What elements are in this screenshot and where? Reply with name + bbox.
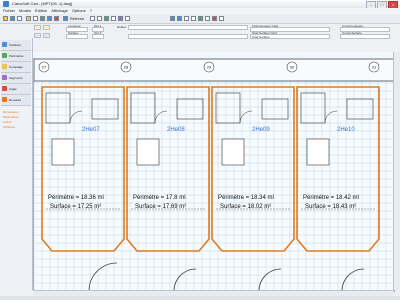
sidebar-item-surfaces[interactable]: Surfaces bbox=[1, 40, 31, 51]
grid-marker: 31 bbox=[368, 61, 380, 73]
paste-icon[interactable] bbox=[40, 16, 45, 21]
sidebar-item-segments[interactable]: Segments bbox=[1, 73, 31, 84]
bed-shape bbox=[221, 138, 245, 166]
room-id-label: 2He07 bbox=[82, 127, 100, 133]
select-icon[interactable] bbox=[90, 16, 95, 21]
grid-marker: 30 bbox=[286, 61, 298, 73]
main-toolbar: Refresh bbox=[0, 14, 400, 24]
room-surface-label: Surface = 18.02 m² bbox=[220, 204, 271, 210]
grid-marker-label: 31 bbox=[372, 65, 377, 70]
bed-shape bbox=[51, 138, 75, 166]
sidebar-item-perimetres[interactable]: Périmètres bbox=[1, 51, 31, 62]
default-label: Défaut bbox=[117, 25, 126, 29]
angle-icon bbox=[2, 86, 7, 91]
bed-shape bbox=[136, 138, 160, 166]
info-icon[interactable] bbox=[219, 16, 224, 21]
rotate-icon[interactable] bbox=[205, 16, 210, 21]
mode-toggle-1[interactable] bbox=[34, 25, 41, 30]
grid-marker-label: 30 bbox=[290, 65, 295, 70]
sidebar-item-angle[interactable]: Angle bbox=[1, 84, 31, 95]
mode-toggle-3[interactable] bbox=[34, 33, 41, 38]
grid-marker: 27 bbox=[38, 61, 50, 73]
refresh-icon[interactable] bbox=[63, 16, 68, 21]
grid-marker: 29 bbox=[203, 61, 215, 73]
grid-marker: 28 bbox=[120, 61, 132, 73]
surface-icon bbox=[2, 42, 7, 47]
measure-row-2: Surface Opt 2 Total Surface Card Total S… bbox=[0, 31, 400, 40]
sidebar: Surfaces Périmètres Comptage Segments An… bbox=[0, 38, 33, 290]
room-id-label: 2He09 bbox=[252, 127, 270, 133]
open-folder-icon[interactable] bbox=[3, 16, 8, 21]
sidebar-item-label: Angle bbox=[9, 87, 17, 91]
remark-icon bbox=[2, 97, 7, 102]
sidebar-item-label: Surfaces bbox=[9, 43, 21, 47]
properties-icon[interactable] bbox=[125, 16, 130, 21]
grid-marker-label: 28 bbox=[124, 65, 129, 70]
room-surface-label: Surface = 17.25 m² bbox=[50, 204, 101, 210]
sidebar-link[interactable]: Remarques bbox=[3, 110, 19, 114]
status-bar bbox=[0, 296, 400, 300]
measure-row-1: Longueur Opt 1 Défaut Total longueur Car… bbox=[0, 24, 400, 32]
print-icon[interactable] bbox=[17, 16, 22, 21]
progress-field-2 bbox=[128, 34, 248, 39]
delete-icon[interactable] bbox=[54, 16, 59, 21]
mode-toggle-4[interactable] bbox=[43, 33, 50, 38]
corridor-wall bbox=[34, 59, 394, 82]
zoom-previous-icon[interactable] bbox=[198, 16, 203, 21]
grid-icon[interactable] bbox=[111, 16, 116, 21]
room-id-label: 2He08 bbox=[167, 127, 185, 133]
sidebar-item-label: Comptage bbox=[9, 65, 23, 69]
perimeter-icon bbox=[2, 53, 7, 58]
zoom-in-icon[interactable] bbox=[170, 16, 175, 21]
count-icon bbox=[2, 64, 7, 69]
app-logo-icon bbox=[3, 1, 9, 7]
zoom-out-icon[interactable] bbox=[177, 16, 182, 21]
measure-icon[interactable] bbox=[104, 16, 109, 21]
sidebar-item-label: Segments bbox=[9, 76, 23, 80]
surface-field[interactable] bbox=[66, 34, 88, 39]
zoom-window-icon[interactable] bbox=[184, 16, 189, 21]
room-id-label: 2He10 bbox=[337, 127, 355, 133]
sidebar-item-remarks[interactable]: Remarks bbox=[1, 95, 31, 106]
tile-grid bbox=[34, 59, 394, 291]
save-icon[interactable] bbox=[10, 16, 15, 21]
sidebar-item-label: Périmètres bbox=[9, 54, 24, 58]
cumul-surface-field[interactable] bbox=[340, 34, 390, 39]
sidebar-link[interactable]: Paramètres bbox=[3, 115, 19, 119]
grid-marker-label: 27 bbox=[42, 65, 47, 70]
undo-icon[interactable] bbox=[47, 16, 52, 21]
grid-marker-label: 29 bbox=[207, 65, 212, 70]
layer-icon[interactable] bbox=[118, 16, 123, 21]
copy-icon[interactable] bbox=[33, 16, 38, 21]
room-perimeter-label: Périmètre = 18.36 ml bbox=[48, 195, 104, 201]
cut-icon[interactable] bbox=[26, 16, 31, 21]
sidebar-link[interactable]: Calcul bbox=[3, 120, 11, 124]
segment-icon bbox=[2, 75, 7, 80]
room-surface-label: Surface = 18.43 m² bbox=[305, 204, 356, 210]
bed-shape bbox=[306, 138, 330, 166]
sidebar-item-comptage[interactable]: Comptage bbox=[1, 62, 31, 73]
drawing-canvas[interactable]: 27 28 29 30 31 2He07 Périmètre = 18.36 ml Surf… bbox=[33, 58, 395, 292]
total-surface-field[interactable]: Total Surface bbox=[250, 34, 330, 39]
room-perimeter-label: Périmètre = 18.42 ml bbox=[303, 195, 359, 201]
sidebar-link[interactable]: Surfaces bbox=[3, 125, 15, 129]
mode-toggle-2[interactable] bbox=[43, 25, 50, 30]
opt2-field[interactable] bbox=[92, 34, 104, 39]
app-window: CalcuSoft Cad - [MPT(05 .1).dwg] – □ × F… bbox=[0, 0, 400, 300]
vertical-scrollbar[interactable] bbox=[393, 52, 400, 290]
zoom-extents-icon[interactable] bbox=[191, 16, 196, 21]
stop-icon[interactable] bbox=[212, 16, 217, 21]
refresh-label[interactable]: Refresh bbox=[70, 16, 84, 21]
room-perimeter-label: Périmètre = 18.34 ml bbox=[218, 195, 274, 201]
room-perimeter-label: Périmètre = 17.8 ml bbox=[133, 195, 186, 201]
window-title: CalcuSoft Cad - [MPT(05 .1).dwg] bbox=[12, 1, 73, 6]
room-surface-label: Surface = 17.69 m² bbox=[135, 204, 186, 210]
progress-field bbox=[128, 25, 248, 30]
floor-plan[interactable]: 27 28 29 30 31 2He07 Périmètre = 18.36 ml Surf… bbox=[34, 59, 394, 291]
pan-icon[interactable] bbox=[97, 16, 102, 21]
sidebar-item-label: Remarks bbox=[9, 98, 22, 102]
